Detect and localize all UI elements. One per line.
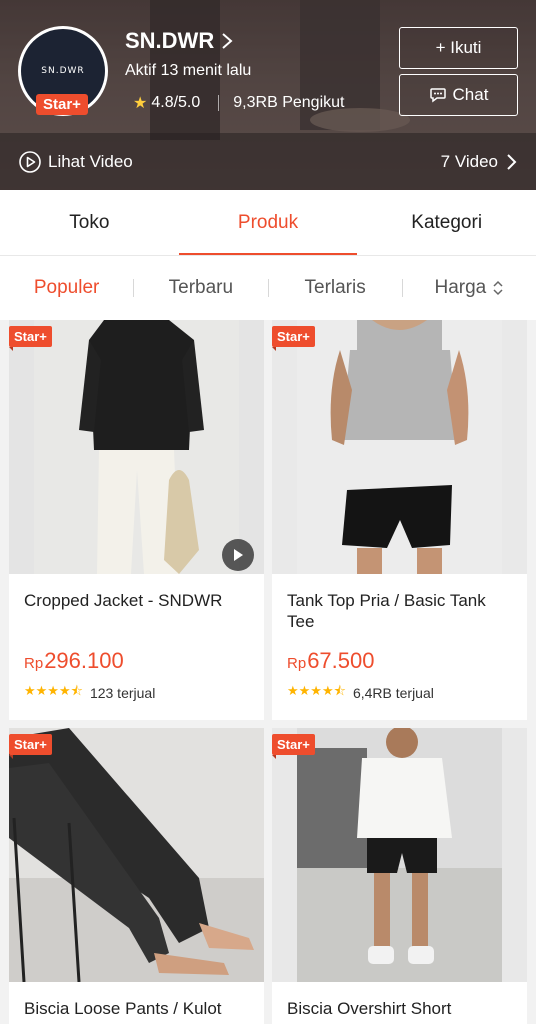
shop-header: SN.DWR Star+ SN.DWR Aktif 13 menit lalu … <box>0 0 536 190</box>
product-card[interactable]: Star+ Biscia Loose Pants / Kulot <box>9 728 264 1024</box>
product-price: Rp 67.500 <box>272 644 527 674</box>
sort-label: Harga <box>434 277 487 298</box>
sort-bar: Populer Terbaru Terlaris Harga <box>0 256 536 320</box>
currency: Rp <box>287 655 307 672</box>
tab-label: Kategori <box>411 212 483 233</box>
tab-label: Toko <box>69 212 110 233</box>
product-meta: ★★★★⯪ 123 terjual <box>9 674 264 704</box>
product-image[interactable]: Star+ <box>9 320 264 574</box>
follow-button-label: + Ikuti <box>435 38 482 57</box>
currency: Rp <box>24 655 44 672</box>
tab-toko[interactable]: Toko <box>0 190 179 256</box>
star-icon: ★ <box>133 95 148 112</box>
price-value: 67.500 <box>307 648 375 673</box>
video-count-link[interactable]: 7 Video <box>441 152 518 172</box>
rating-stars-icon: ★★★★⯪ <box>24 683 83 698</box>
tab-kategori[interactable]: Kategori <box>357 190 536 256</box>
chat-bubble-icon <box>429 88 446 103</box>
product-photo-tanktop <box>297 320 502 574</box>
chat-button[interactable]: Chat <box>399 74 518 116</box>
watch-video-link[interactable]: Lihat Video <box>18 150 133 174</box>
chat-button-label: Chat <box>452 85 489 104</box>
follow-button[interactable]: + Ikuti <box>399 27 518 69</box>
product-name: Biscia Overshirt Short <box>287 999 452 1018</box>
product-card[interactable]: Star+ Tank Top Pria / Basic Tank Tee Rp … <box>272 320 527 720</box>
sort-harga[interactable]: Harga <box>403 277 536 299</box>
shop-rating: 4.8/5.0 <box>151 94 201 111</box>
star-plus-tag: Star+ <box>272 326 315 351</box>
watch-video-label: Lihat Video <box>48 151 133 171</box>
sort-label: Terbaru <box>168 277 234 298</box>
shop-stats: ★ 4.8/5.0 9,3RB Pengikut <box>133 93 344 113</box>
play-circle-icon <box>19 150 41 173</box>
sort-label: Terlaris <box>304 277 366 298</box>
sort-label: Populer <box>33 277 100 298</box>
tab-produk[interactable]: Produk <box>178 190 358 256</box>
tab-label: Produk <box>237 212 299 233</box>
sort-terbaru[interactable]: Terbaru <box>134 277 267 299</box>
product-price: Rp 296.100 <box>9 644 264 674</box>
sold-count: 6,4RB terjual <box>352 685 434 701</box>
product-name: Cropped Jacket - SNDWR <box>24 591 223 610</box>
star-plus-tag: Star+ <box>272 734 315 759</box>
video-play-icon[interactable] <box>222 539 254 571</box>
chevron-right-icon <box>507 153 517 170</box>
shop-active-status: Aktif 13 menit lalu <box>125 62 252 79</box>
sort-populer[interactable]: Populer <box>0 277 133 299</box>
shop-name-text: SN.DWR <box>125 28 215 53</box>
product-card[interactable]: Star+ Cropped Jacket - SNDWR Rp 296.100 … <box>9 320 264 720</box>
product-image[interactable]: Star+ <box>9 728 264 982</box>
product-card[interactable]: Star+ Biscia Overshirt Short <box>272 728 527 1024</box>
star-plus-tag: Star+ <box>9 734 52 759</box>
product-name: Biscia Loose Pants / Kulot <box>24 999 222 1018</box>
shop-tabs: Toko Produk Kategori <box>0 190 536 256</box>
product-image[interactable]: Star+ <box>272 320 527 574</box>
product-photo-overshirt <box>297 728 502 982</box>
product-name: Tank Top Pria / Basic Tank Tee <box>287 591 486 631</box>
chevron-right-icon <box>222 33 233 49</box>
product-image[interactable]: Star+ <box>272 728 527 982</box>
rating-stars-icon: ★★★★⯪ <box>287 683 346 698</box>
star-plus-tag: Star+ <box>9 326 52 351</box>
video-count: 7 Video <box>440 151 498 171</box>
sold-count: 123 terjual <box>89 685 156 701</box>
video-bar[interactable]: Lihat Video 7 Video <box>0 133 536 190</box>
sort-arrows-icon <box>493 280 503 296</box>
shop-logo-text: SN.DWR <box>41 66 85 76</box>
product-photo-jacket <box>34 320 239 574</box>
star-plus-badge: Star+ <box>36 94 88 115</box>
divider <box>218 95 220 111</box>
shop-followers: 9,3RB Pengikut <box>233 94 345 111</box>
product-photo-pants <box>9 728 264 982</box>
shop-name[interactable]: SN.DWR <box>125 28 234 54</box>
product-meta: ★★★★⯪ 6,4RB terjual <box>272 674 527 704</box>
price-value: 296.100 <box>44 648 124 673</box>
sort-terlaris[interactable]: Terlaris <box>269 277 402 299</box>
